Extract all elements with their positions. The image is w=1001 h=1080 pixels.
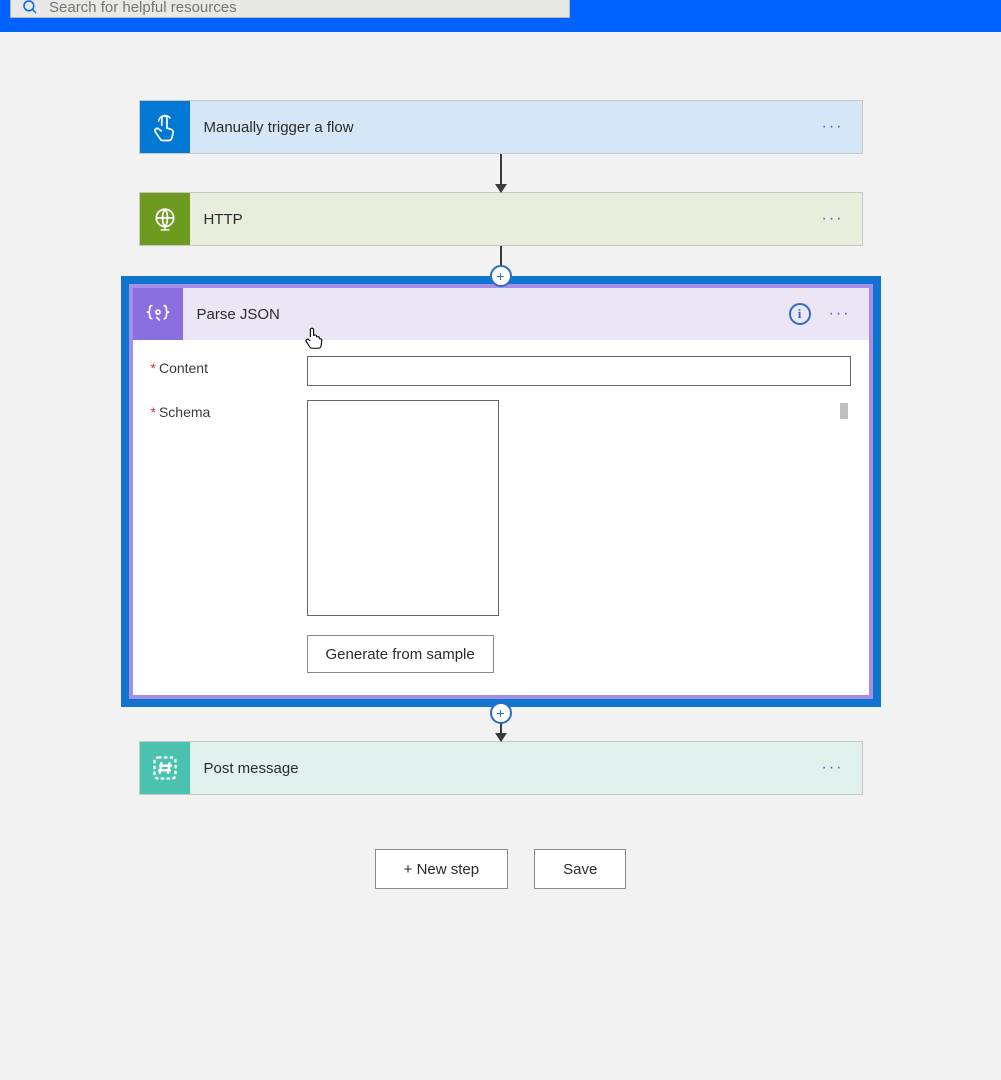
new-step-button[interactable]: + New step [375, 849, 508, 889]
step-menu-button[interactable]: ··· [814, 755, 852, 781]
generate-from-sample-button[interactable]: Generate from sample [307, 635, 494, 673]
step-manually-trigger[interactable]: Manually trigger a flow ··· [139, 100, 863, 154]
step-body: *Content *Schema Generate from sample [133, 340, 869, 695]
save-button[interactable]: Save [534, 849, 626, 889]
step-header[interactable]: Post message ··· [140, 742, 862, 794]
step-header[interactable]: Manually trigger a flow ··· [140, 101, 862, 153]
step-header[interactable]: Parse JSON i ··· [133, 288, 869, 340]
step-title: Parse JSON [197, 306, 789, 323]
schema-label: *Schema [151, 400, 307, 420]
flow-canvas: Manually trigger a flow ··· HTTP ··· + [0, 32, 1001, 889]
content-input[interactable] [307, 356, 851, 386]
step-menu-button[interactable]: ··· [821, 301, 859, 327]
search-box[interactable] [10, 0, 570, 18]
schema-input[interactable] [307, 400, 499, 616]
step-title: HTTP [204, 211, 814, 228]
step-menu-button[interactable]: ··· [814, 206, 852, 232]
step-title: Manually trigger a flow [204, 119, 814, 136]
step-header[interactable]: HTTP ··· [140, 193, 862, 245]
connector-arrow [500, 154, 502, 192]
braces-icon [133, 288, 183, 340]
selected-step-frame: Parse JSON i ··· *Content *Schema [121, 276, 881, 707]
add-step-button[interactable]: + [490, 702, 512, 724]
hash-icon [140, 742, 190, 794]
touch-icon [140, 101, 190, 153]
search-icon [21, 0, 39, 16]
content-label: *Content [151, 356, 307, 376]
step-menu-button[interactable]: ··· [814, 114, 852, 140]
content-field-row: *Content [151, 356, 851, 386]
step-title: Post message [204, 760, 814, 777]
info-icon[interactable]: i [789, 303, 811, 325]
connector-arrow: + [500, 707, 502, 741]
globe-icon [140, 193, 190, 245]
step-post-message[interactable]: Post message ··· [139, 741, 863, 795]
connector-arrow: + [500, 246, 502, 276]
schema-field-row: *Schema [151, 400, 851, 621]
top-header [0, 0, 1001, 32]
step-http[interactable]: HTTP ··· [139, 192, 863, 246]
search-input[interactable] [49, 0, 559, 16]
step-parse-json[interactable]: Parse JSON i ··· *Content *Schema [129, 284, 873, 699]
add-step-button[interactable]: + [490, 265, 512, 287]
footer-buttons: + New step Save [375, 849, 627, 889]
